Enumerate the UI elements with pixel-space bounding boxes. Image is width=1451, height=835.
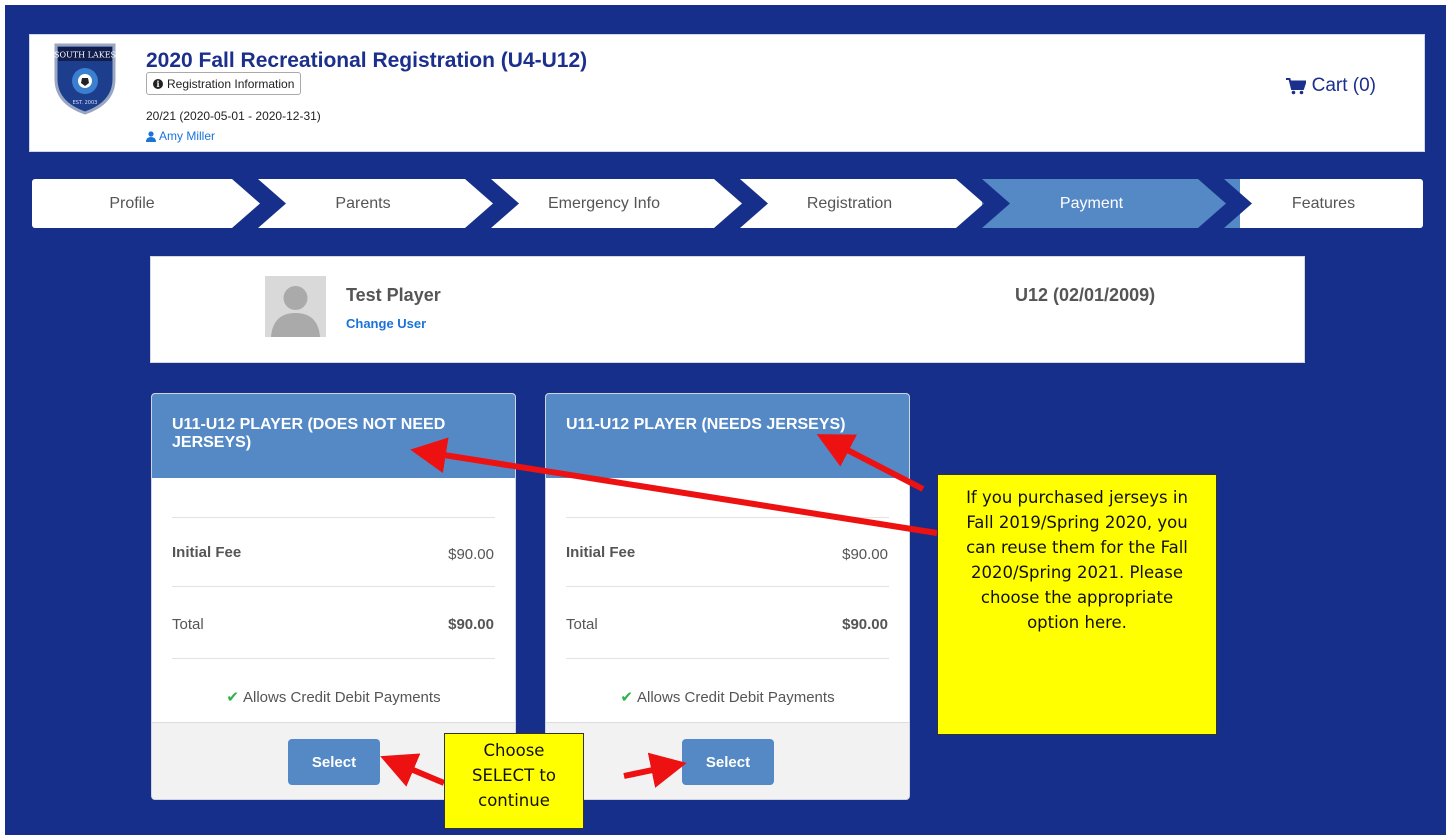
select-button-needs-jerseys[interactable]: Select	[682, 739, 774, 785]
allows-text: Allows Credit Debit Payments	[637, 689, 835, 706]
logo-sub-text: EST. 2003	[73, 100, 98, 106]
step-payment[interactable]: Payment	[982, 179, 1201, 228]
total-value: $90.00	[842, 616, 888, 633]
divider	[172, 658, 495, 659]
cart-button[interactable]: Cart (0)	[1285, 75, 1376, 97]
allows-text: Allows Credit Debit Payments	[243, 689, 441, 706]
logo-text: SOUTH LAKES	[54, 51, 116, 60]
step-registration[interactable]: Registration	[740, 179, 959, 228]
initial-fee-value: $90.00	[842, 546, 888, 563]
jersey-callout: If you purchased jerseys in Fall 2019/Sp…	[937, 474, 1217, 735]
payment-method-note: ✔ Allows Credit Debit Payments	[546, 688, 909, 706]
option-title: U11-U12 PLAYER (NEEDS JERSEYS)	[546, 394, 909, 478]
avatar-silhouette-icon	[271, 286, 320, 337]
check-icon: ✔	[226, 689, 239, 706]
total-label: Total	[566, 616, 598, 633]
select-callout: Choose SELECT to continue	[444, 733, 584, 829]
option-title: U11-U12 PLAYER (DOES NOT NEED JERSEYS)	[152, 394, 515, 478]
payment-method-note: ✔ Allows Credit Debit Payments	[152, 688, 515, 706]
change-user-link[interactable]: Change User	[346, 316, 426, 331]
total-value: $90.00	[448, 616, 494, 633]
registration-header: SOUTH LAKES EST. 2003 2020 Fall Recreati…	[29, 34, 1425, 152]
current-user-name: Amy Miller	[159, 129, 215, 143]
player-avatar	[265, 276, 326, 337]
cart-icon	[1285, 77, 1306, 94]
club-logo: SOUTH LAKES EST. 2003	[54, 43, 116, 115]
step-chevrons	[232, 179, 1252, 228]
total-label: Total	[172, 616, 204, 633]
page-title: 2020 Fall Recreational Registration (U4-…	[146, 49, 588, 72]
divider	[172, 586, 495, 587]
cart-label: Cart (0)	[1311, 75, 1376, 96]
select-button-no-jerseys[interactable]: Select	[288, 739, 380, 785]
info-icon: i	[153, 78, 163, 89]
registration-information-button[interactable]: i Registration Information	[146, 72, 302, 95]
player-name: Test Player	[346, 285, 441, 305]
player-card: Test Player Change User U12 (02/01/2009)	[150, 256, 1305, 363]
divider	[566, 586, 889, 587]
divider	[566, 658, 889, 659]
season-dates: 20/21 (2020-05-01 - 2020-12-31)	[146, 109, 321, 123]
user-icon	[146, 130, 156, 142]
initial-fee-value: $90.00	[448, 546, 494, 563]
current-user-link[interactable]: Amy Miller	[146, 129, 215, 143]
step-parents[interactable]: Parents	[258, 179, 468, 228]
step-navigation: Profile Parents Emergency Info Registrat…	[32, 179, 1423, 228]
player-age-group: U12 (02/01/2009)	[1015, 285, 1156, 305]
initial-fee-label: Initial Fee	[566, 544, 636, 561]
divider	[172, 517, 495, 518]
registration-information-label: Registration Information	[167, 76, 295, 91]
step-features[interactable]: Features	[1224, 179, 1423, 228]
option-card-needs-jerseys: U11-U12 PLAYER (NEEDS JERSEYS) Initial F…	[545, 393, 910, 800]
option-footer: Select	[546, 722, 909, 799]
divider	[566, 517, 889, 518]
step-emergency-info[interactable]: Emergency Info	[491, 179, 717, 228]
initial-fee-label: Initial Fee	[172, 544, 242, 561]
check-icon: ✔	[620, 689, 633, 706]
step-profile[interactable]: Profile	[32, 179, 232, 228]
